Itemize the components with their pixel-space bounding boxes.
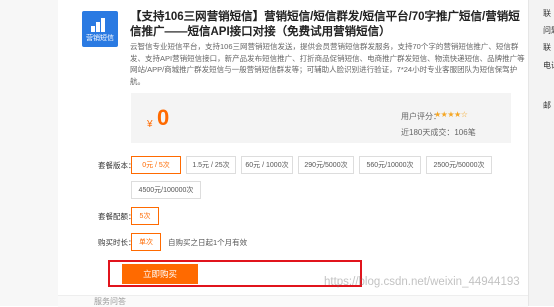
sales-count: 近180天成交：106笔 [401, 128, 476, 137]
bottom-strip: 服务问答 [58, 295, 528, 307]
sidebar-text: 联 [543, 9, 551, 18]
config-label: 套餐配额： [98, 212, 136, 221]
package-option[interactable]: 560元/10000次 [359, 156, 421, 174]
rating-stars: ★★★★☆ [434, 110, 468, 119]
duration-option[interactable]: 单次 [131, 233, 161, 251]
package-option[interactable]: 60元 / 1000次 [241, 156, 293, 174]
logo-text: 营销短信 [86, 35, 114, 42]
package-option[interactable]: 1.5元 / 25次 [186, 156, 236, 174]
sidebar-text: 联 [543, 43, 551, 52]
price-box: ¥ 0 用户评分： ★★★★☆ 近180天成交：106笔 [131, 93, 511, 143]
sidebar-text: 邮 [543, 101, 551, 110]
product-panel: 营销短信 【支持106三网营销短信】营销短信/短信群发/短信平台/70字推广短信… [58, 0, 528, 307]
product-description: 云智信专业短信平台，支持106三网营销短信发送，提供会员营销短信群发服务，支持7… [130, 42, 525, 86]
package-option[interactable]: 4500元/100000次 [131, 181, 201, 199]
package-label: 套餐版本： [98, 161, 136, 170]
config-option[interactable]: 5次 [131, 207, 159, 225]
right-sidebar: 联 问题 联 电话 邮 [528, 0, 554, 306]
bar-chart-icon [91, 18, 109, 32]
package-option[interactable]: 0元 / 5次 [131, 156, 181, 174]
package-option[interactable]: 2500元/50000次 [426, 156, 492, 174]
duration-label: 购买时长： [98, 238, 136, 247]
currency-symbol: ¥ [147, 119, 153, 130]
package-option[interactable]: 290元/5000次 [298, 156, 354, 174]
left-gutter [0, 0, 58, 306]
page: 营销短信 【支持106三网营销短信】营销短信/短信群发/短信平台/70字推广短信… [0, 0, 554, 307]
qa-section-label: 服务问答 [94, 297, 126, 306]
product-logo: 营销短信 [82, 11, 118, 47]
sidebar-text: 问题 [543, 26, 554, 35]
product-title: 【支持106三网营销短信】营销短信/短信群发/短信平台/70字推广短信/营销短信… [130, 11, 520, 38]
price-value: 0 [157, 105, 170, 130]
sidebar-text: 电话 [543, 61, 554, 70]
duration-note: 自购买之日起1个月有效 [168, 238, 248, 247]
watermark: https://blog.csdn.net/weixin_44944193 [324, 276, 520, 288]
